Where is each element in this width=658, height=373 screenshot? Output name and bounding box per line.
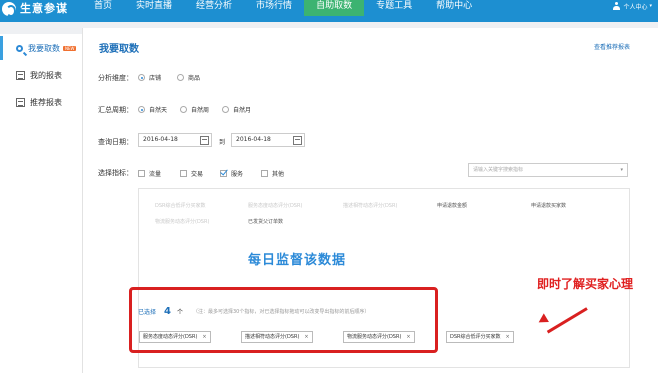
radio-label: 自然周 <box>191 107 210 114</box>
logo-icon <box>2 1 16 17</box>
radio-dot <box>180 106 187 113</box>
annotation-highlight-box <box>129 287 438 353</box>
logo-text: 生意参谋 <box>20 2 68 15</box>
radio-dimension-item[interactable]: 商品 <box>177 73 200 82</box>
view-recommended-reports-link[interactable]: 查看推荐报表 <box>594 42 630 51</box>
search-icon <box>16 44 23 52</box>
radio-dot <box>138 74 145 81</box>
close-icon[interactable]: × <box>506 332 510 342</box>
query-date-label: 查询日期： <box>98 138 133 146</box>
radio-dot <box>177 74 184 81</box>
user-menu[interactable]: 个人中心 ▾ <box>613 0 652 12</box>
nav-item-business-analysis[interactable]: 经营分析 <box>184 0 244 16</box>
radio-label: 商品 <box>188 75 201 82</box>
user-menu-label: 个人中心 <box>623 3 648 11</box>
sidebar-item-my-reports[interactable]: 我的报表 <box>0 63 82 87</box>
sidebar-item-label: 推荐报表 <box>30 97 62 107</box>
main-nav: 首页 实时直播 经营分析 市场行情 自助取数 专题工具 帮助中心 <box>82 0 484 16</box>
nav-item-home[interactable]: 首页 <box>82 0 124 16</box>
nav-item-special-tools[interactable]: 专题工具 <box>364 0 424 16</box>
report-icon <box>16 70 25 80</box>
page-title: 我要取数 <box>99 44 139 55</box>
end-date-value: 2016-04-18 <box>236 136 271 143</box>
checkbox-box <box>261 170 268 177</box>
period-label: 汇总周期： <box>98 106 133 114</box>
sidebar-item-recommended-reports[interactable]: 推荐报表 <box>0 90 82 114</box>
selected-chip[interactable]: DSR综合低评分买家数 × <box>446 331 514 343</box>
chevron-down-icon[interactable]: ▾ <box>620 164 623 176</box>
checkbox-box <box>138 170 145 177</box>
annotation-daily-monitor: 每日监督该数据 <box>248 253 347 268</box>
radio-period-week[interactable]: 自然周 <box>180 105 209 114</box>
user-icon <box>613 2 621 10</box>
nav-item-market[interactable]: 市场行情 <box>244 0 304 16</box>
radio-dimension-shop[interactable]: 店铺 <box>138 73 161 82</box>
checkbox-label: 其他 <box>272 171 285 178</box>
checkbox-service[interactable]: 服务 <box>220 169 243 178</box>
sidebar-item-label: 我要取数 <box>28 43 60 53</box>
logo[interactable]: 生意参谋 <box>0 0 68 17</box>
checkbox-transaction[interactable]: 交易 <box>180 169 203 178</box>
annotation-buyer-psychology: 即时了解买家心理 <box>537 277 634 291</box>
checkbox-box <box>180 170 187 177</box>
chip-label: DSR综合低评分买家数 <box>450 334 501 340</box>
checkbox-box <box>220 170 227 177</box>
radio-period-month[interactable]: 自然月 <box>222 105 251 114</box>
top-nav-bar: 生意参谋 首页 实时直播 经营分析 市场行情 自助取数 专题工具 帮助中心 个人… <box>0 0 658 22</box>
dimension-label: 分析维度： <box>98 74 133 82</box>
report-icon <box>16 97 25 107</box>
checkbox-label: 流量 <box>149 171 162 178</box>
checkbox-other[interactable]: 其他 <box>261 169 284 178</box>
sidebar-item-get-data[interactable]: 我要取数 NEW <box>0 36 82 60</box>
nav-item-help-center[interactable]: 帮助中心 <box>424 0 484 16</box>
indicator-refund-amount[interactable]: 申请退款金额 <box>437 202 467 209</box>
sidebar-item-label: 我的报表 <box>30 70 62 80</box>
nav-item-live[interactable]: 实时直播 <box>124 0 184 16</box>
radio-period-day[interactable]: 自然天 <box>138 105 167 114</box>
radio-label: 店铺 <box>149 75 162 82</box>
radio-label: 自然天 <box>149 107 168 114</box>
search-placeholder: 请输入关键字搜索指标 <box>473 167 524 173</box>
indicators-label: 选择指标： <box>98 169 133 177</box>
calendar-icon[interactable] <box>200 136 209 145</box>
radio-dot <box>138 106 145 113</box>
sidebar: 我要取数 NEW 我的报表 推荐报表 <box>0 34 82 373</box>
end-date-field[interactable]: 2016-04-18 <box>231 133 305 147</box>
indicator-logistics-dsr: 物流服务动态评分(DSR) <box>155 219 210 225</box>
indicator-refund-buyers[interactable]: 申请退款买家数 <box>531 202 566 209</box>
indicator-description-dsr: 描述相符动态评分(DSR) <box>343 203 398 209</box>
date-to-label: 到 <box>219 139 226 146</box>
indicator-shipped-orders[interactable]: 已发货父订单数 <box>248 218 283 225</box>
indicator-dsr-low-buyers: DSR综合低评分买家数 <box>155 203 206 209</box>
chevron-down-icon: ▾ <box>649 3 652 9</box>
start-date-field[interactable]: 2016-04-18 <box>138 133 212 147</box>
radio-label: 自然月 <box>233 107 252 114</box>
radio-dot <box>222 106 229 113</box>
indicator-search-input[interactable]: 请输入关键字搜索指标 ▾ <box>468 163 628 177</box>
new-badge: NEW <box>63 45 77 51</box>
calendar-icon[interactable] <box>293 136 302 145</box>
nav-item-self-service-data[interactable]: 自助取数 <box>304 0 365 16</box>
indicator-service-dsr: 服务态度动态评分(DSR) <box>248 203 303 209</box>
checkbox-traffic[interactable]: 流量 <box>138 169 161 178</box>
checkbox-label: 交易 <box>191 171 204 178</box>
start-date-value: 2016-04-18 <box>143 136 178 143</box>
checkbox-label: 服务 <box>231 171 244 178</box>
